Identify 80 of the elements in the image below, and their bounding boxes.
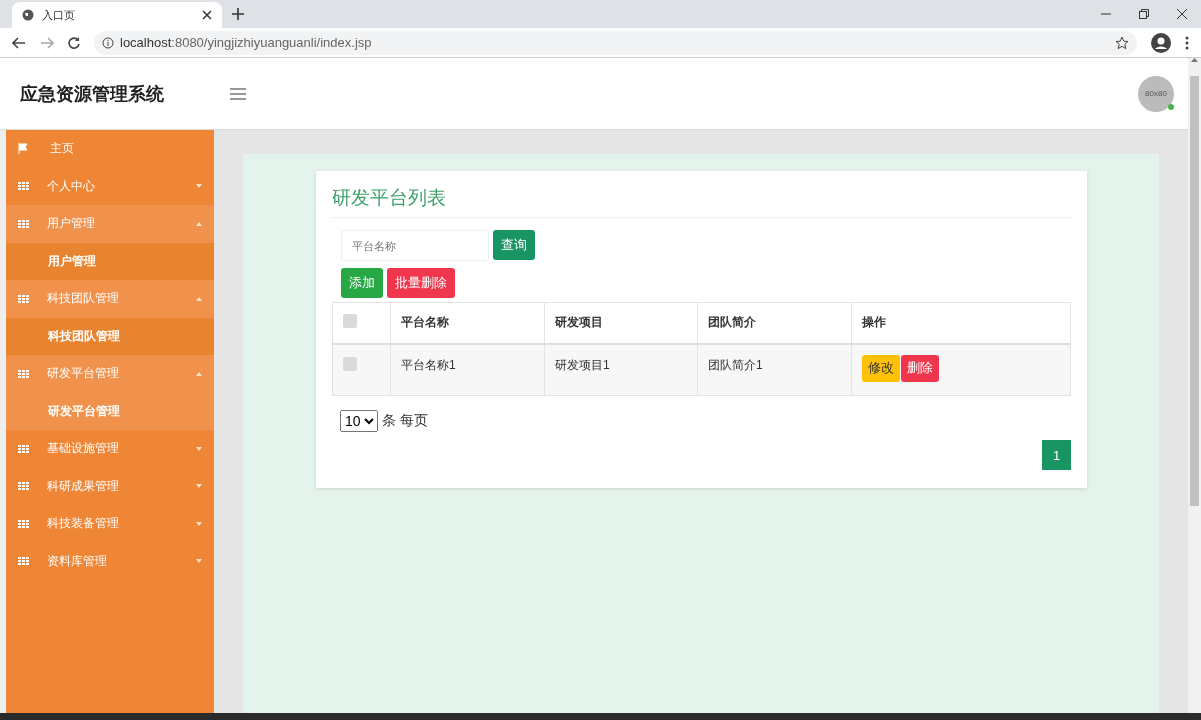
more-icon[interactable] — [1185, 35, 1189, 50]
sidebar-subitem[interactable]: 研发平台管理 — [6, 392, 214, 430]
checkbox[interactable] — [343, 356, 357, 371]
caret-down-icon — [196, 521, 202, 526]
search-button[interactable]: 查询 — [493, 230, 535, 260]
restore-icon[interactable] — [1139, 9, 1149, 19]
sidebar-item[interactable]: 个人中心 — [6, 167, 214, 205]
grid-icon — [18, 482, 29, 491]
sidebar-item[interactable]: 基础设施管理 — [6, 430, 214, 468]
caret-up-icon — [196, 221, 202, 226]
batch-delete-button[interactable]: 批量删除 — [387, 268, 455, 298]
checkbox[interactable] — [343, 314, 357, 329]
sidebar-label: 基础设施管理 — [47, 440, 120, 458]
table-cell: 团队简介1 — [697, 343, 852, 396]
sidebar-item[interactable]: 科技团队管理 — [6, 280, 214, 318]
column-header: 平台名称 — [390, 302, 545, 344]
sidebar-label: 科技团队管理 — [47, 290, 120, 308]
sidebar-label: 用户管理 — [47, 215, 96, 233]
card-title: 研发平台列表 — [332, 185, 1071, 218]
grid-icon — [18, 294, 29, 303]
scroll-up-icon[interactable] — [1191, 58, 1198, 62]
caret-down-icon — [196, 484, 202, 489]
grid-icon — [18, 444, 29, 453]
edit-button[interactable]: 修改 — [862, 354, 900, 382]
delete-button[interactable]: 删除 — [901, 354, 939, 382]
sidebar-label: 资料库管理 — [47, 552, 108, 570]
avatar[interactable]: 80x80 — [1138, 75, 1174, 112]
sidebar-label: 个人中心 — [47, 177, 96, 195]
grid-icon — [18, 182, 29, 191]
account-icon[interactable] — [1151, 32, 1171, 53]
sidebar-label: 科技装备管理 — [47, 515, 120, 533]
app-title: 应急资源管理系统 — [20, 82, 165, 106]
tab-title: 入口页 — [42, 7, 76, 23]
grid-icon — [18, 369, 29, 378]
address-bar[interactable]: localhost:8080/yingjizhiyuanguanli/index.jsp — [94, 30, 1137, 55]
flag-icon — [18, 143, 28, 155]
url-text: localhost:8080/yingjizhiyuanguanli/index.jsp — [120, 35, 372, 50]
grid-icon — [18, 219, 29, 228]
grid-icon — [18, 519, 29, 528]
caret-down-icon — [196, 446, 202, 451]
sidebar-label: 主页 — [50, 140, 75, 158]
sidebar-item[interactable]: 科技装备管理 — [6, 505, 214, 543]
avatar-text: 80x80 — [1145, 89, 1167, 98]
reload-icon[interactable] — [68, 36, 80, 49]
column-header: 研发项目 — [544, 302, 698, 344]
menu-icon[interactable] — [230, 87, 246, 100]
column-header: 操作 — [851, 302, 1071, 344]
close-icon[interactable] — [1177, 9, 1187, 19]
sidebar-label: 科研成果管理 — [47, 477, 120, 495]
caret-up-icon — [196, 371, 202, 376]
sidebar-subitem[interactable]: 科技团队管理 — [6, 317, 214, 355]
scrollbar[interactable] — [1188, 58, 1201, 713]
grid-icon — [18, 557, 29, 566]
caret-down-icon — [196, 184, 202, 189]
table-cell: 研发项目1 — [544, 343, 698, 396]
page-button[interactable]: 1 — [1042, 440, 1071, 470]
page-size-label: 条 每页 — [382, 412, 428, 430]
close-icon[interactable] — [202, 10, 212, 20]
status-dot — [1168, 103, 1174, 110]
browser-tab[interactable]: 入口页 — [12, 2, 222, 28]
search-field[interactable]: 平台名称 — [341, 230, 489, 261]
info-icon — [102, 36, 114, 49]
globe-icon — [22, 9, 34, 21]
column-header: 团队简介 — [697, 302, 852, 344]
sidebar-item[interactable]: 研发平台管理 — [6, 355, 214, 393]
caret-up-icon — [196, 296, 202, 301]
page-size-select[interactable]: 10 — [340, 410, 378, 432]
plus-icon[interactable] — [232, 8, 244, 20]
sidebar-item[interactable]: 主页 — [6, 130, 214, 168]
back-icon[interactable] — [12, 36, 26, 49]
sidebar-label: 研发平台管理 — [47, 365, 120, 383]
scrollbar-thumb[interactable] — [1190, 76, 1199, 506]
sidebar-item[interactable]: 科研成果管理 — [6, 467, 214, 505]
sidebar-item[interactable]: 用户管理 — [6, 205, 214, 243]
table-cell: 平台名称1 — [390, 343, 545, 396]
sidebar-item[interactable]: 资料库管理 — [6, 542, 214, 580]
add-button[interactable]: 添加 — [341, 268, 383, 298]
sidebar-subitem[interactable]: 用户管理 — [6, 242, 214, 280]
star-icon[interactable] — [1115, 35, 1129, 50]
caret-down-icon — [196, 559, 202, 564]
